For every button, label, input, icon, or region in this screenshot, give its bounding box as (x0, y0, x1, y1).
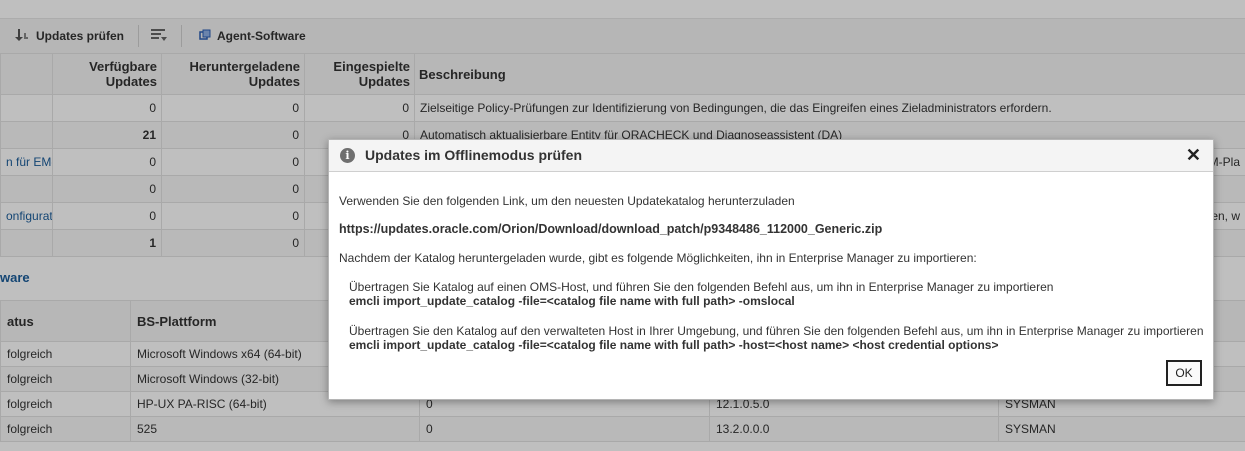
option2-command: emcli import_update_catalog -file=<catal… (349, 338, 999, 352)
intro-text: Verwenden Sie den folgenden Link, um den… (339, 194, 795, 208)
ok-button[interactable]: OK (1166, 360, 1202, 386)
option1-text: Übertragen Sie Katalog auf einen OMS-Hos… (349, 280, 1054, 294)
catalog-download-link[interactable]: https://updates.oracle.com/Orion/Downloa… (339, 222, 882, 236)
offline-updates-dialog: i Updates im Offlinemodus prüfen ✕ Verwe… (328, 139, 1214, 400)
dialog-header: i Updates im Offlinemodus prüfen ✕ (329, 140, 1213, 172)
option1-command: emcli import_update_catalog -file=<catal… (349, 294, 795, 308)
dialog-title: Updates im Offlinemodus prüfen (365, 147, 583, 163)
info-icon: i (340, 148, 355, 163)
close-icon[interactable]: ✕ (1186, 145, 1201, 166)
after-download-text: Nachdem der Katalog heruntergeladen wurd… (339, 251, 977, 265)
option2-text: Übertragen Sie den Katalog auf den verwa… (349, 324, 1204, 338)
